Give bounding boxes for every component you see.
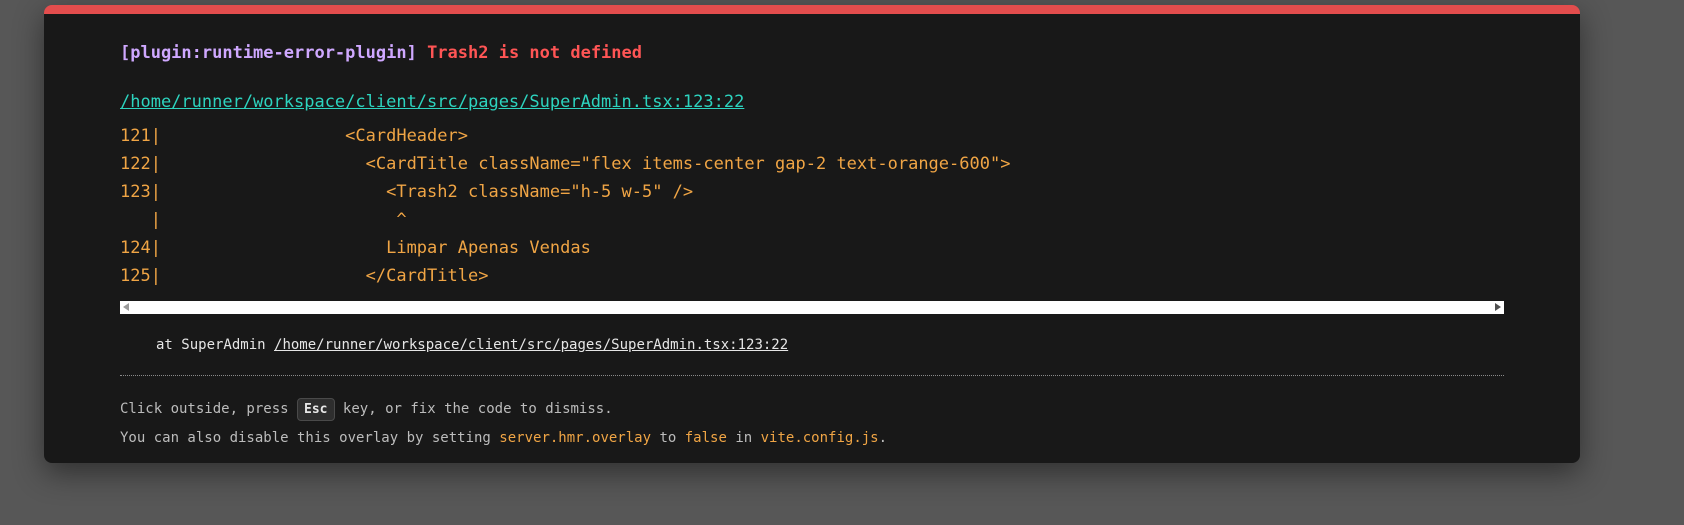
scroll-left-icon[interactable] <box>123 303 129 311</box>
stack-trace: at SuperAdmin /home/runner/workspace/cli… <box>156 337 788 353</box>
dismiss-tip: Click outside, press Esc key, or fix the… <box>120 398 613 421</box>
tip-text: Click outside, press <box>120 401 298 417</box>
horizontal-scrollbar[interactable] <box>120 301 1504 314</box>
code-line: 121| <CardHeader> <box>120 126 468 146</box>
error-message: [plugin:runtime-error-plugin] Trash2 is … <box>120 43 642 63</box>
scroll-right-icon[interactable] <box>1495 303 1501 311</box>
code-line: 123| <Trash2 className="h-5 w-5" /> <box>120 182 694 202</box>
tip-text: in <box>726 430 761 446</box>
code-line: 124| Limpar Apenas Vendas <box>120 238 591 258</box>
config-key-code: server.hmr.overlay <box>499 430 652 446</box>
esc-key: Esc <box>297 398 335 421</box>
config-file-code: vite.config.js <box>760 430 879 446</box>
code-line: 122| <CardTitle className="flex items-ce… <box>120 154 1011 174</box>
error-text: Trash2 is not defined <box>427 43 642 63</box>
error-overlay: [plugin:runtime-error-plugin] Trash2 is … <box>44 5 1580 463</box>
error-file-link[interactable]: /home/runner/workspace/client/src/pages/… <box>120 92 744 112</box>
config-value-code: false <box>684 430 727 446</box>
stack-prefix: at SuperAdmin <box>156 337 275 353</box>
stack-file-link[interactable]: /home/runner/workspace/client/src/pages/… <box>274 337 788 353</box>
code-line: 125| </CardTitle> <box>120 266 489 286</box>
tip-text: key, or fix the code to dismiss. <box>334 401 613 417</box>
tip-text: . <box>878 430 888 446</box>
code-line-caret: | ^ <box>120 210 407 230</box>
tip-text: You can also disable this overlay by set… <box>120 430 500 446</box>
divider <box>120 375 1504 376</box>
tip-text: to <box>651 430 685 446</box>
overlay-config-tip: You can also disable this overlay by set… <box>120 430 887 446</box>
plugin-name: [plugin:runtime-error-plugin] <box>120 43 417 63</box>
code-frame: 121| <CardHeader> 122| <CardTitle classN… <box>120 121 1504 314</box>
